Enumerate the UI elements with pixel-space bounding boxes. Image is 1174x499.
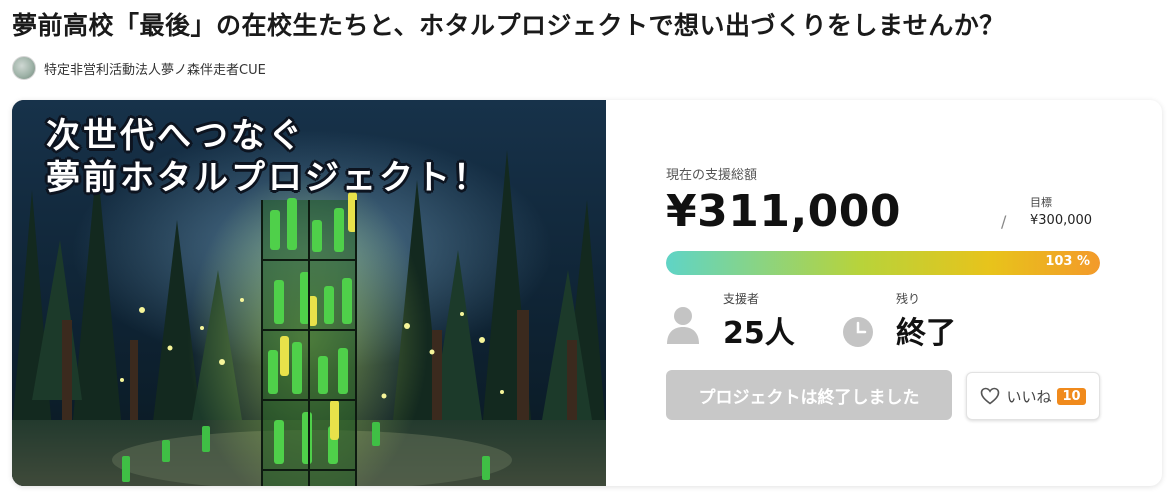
project-ended-button[interactable]: プロジェクトは終了しました (666, 370, 952, 420)
hero-caption-line2: 夢前ホタルプロジェクト！ (46, 158, 490, 198)
project-panel: 次世代へつなぐ 夢前ホタルプロジェクト！ 現在の支援総額 ¥311,000 / … (12, 100, 1162, 486)
avatar[interactable] (12, 56, 36, 80)
goal-amount: ¥300,000 (1030, 213, 1093, 228)
funding-stats: 現在の支援総額 ¥311,000 / 目標 ¥300,000 103 % 支援者… (606, 100, 1162, 486)
progress-bar: 103 % (666, 251, 1100, 275)
goal-label: 目標 (1030, 196, 1052, 209)
total-amount: ¥311,000 (666, 186, 902, 237)
hero-image: 次世代へつなぐ 夢前ホタルプロジェクト！ (12, 100, 606, 486)
person-icon (667, 307, 699, 344)
heart-icon (981, 387, 1000, 405)
remaining-label: 残り (896, 292, 921, 306)
project-owner[interactable]: 特定非営利活動法人夢ノ森伴走者CUE (12, 56, 266, 80)
like-label: いいね (1006, 387, 1052, 406)
progress-percent: 103 % (1045, 254, 1090, 269)
backers-count: 25人 (723, 316, 795, 351)
like-button[interactable]: いいね 10 (966, 372, 1100, 420)
like-count-badge: 10 (1057, 387, 1086, 405)
owner-name[interactable]: 特定非営利活動法人夢ノ森伴走者CUE (44, 59, 266, 78)
goal-separator: / (1001, 212, 1007, 231)
remaining-value: 終了 (896, 316, 956, 351)
progress-bar-fill (666, 251, 1100, 275)
backers-label: 支援者 (723, 292, 760, 306)
clock-icon (843, 317, 873, 347)
page-title: 夢前高校「最後」の在校生たちと、ホタルプロジェクトで想い出づくりをしませんか？ (12, 11, 1005, 40)
total-amount-label: 現在の支援総額 (666, 168, 758, 183)
